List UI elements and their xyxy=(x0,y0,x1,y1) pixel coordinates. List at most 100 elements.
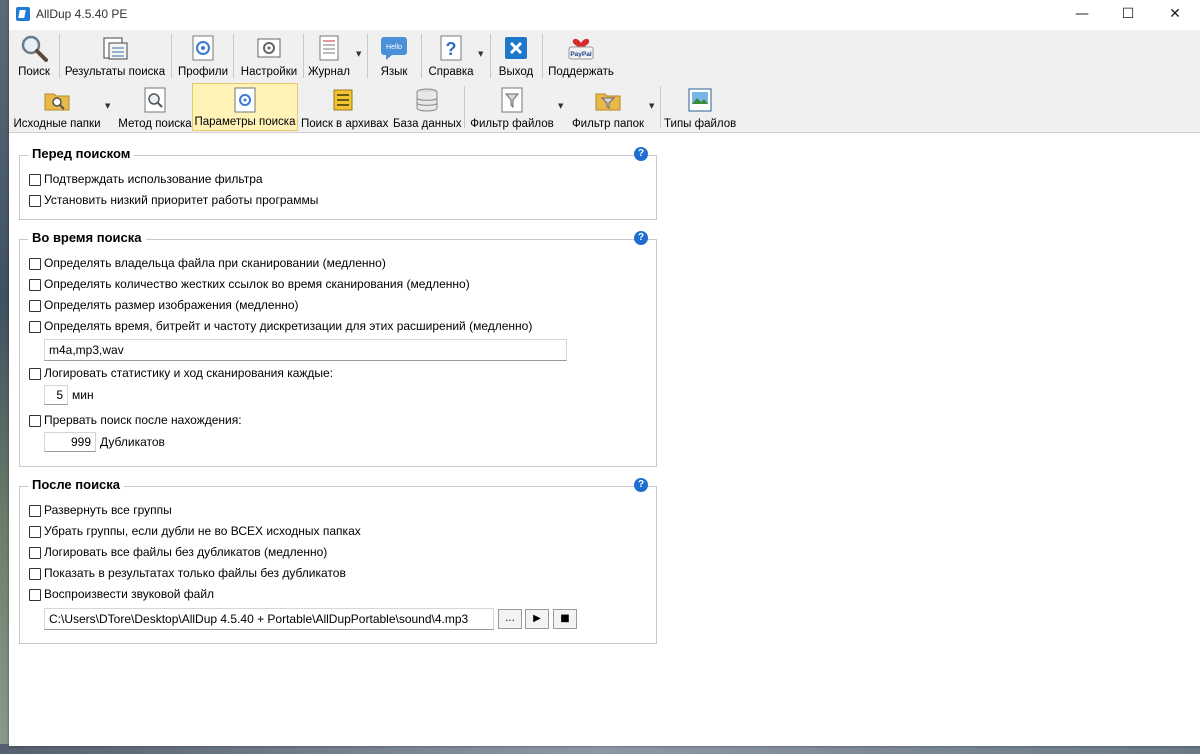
tab-database-label: База данных xyxy=(393,118,462,130)
main-toolbar: Поиск Результаты поиска Профили Настройк… xyxy=(9,30,1200,83)
before-search-group: Перед поиском ? Подтверждать использован… xyxy=(19,146,657,220)
toolbar-exit-label: Выход xyxy=(498,66,534,78)
toolbar-exit-button[interactable]: Выход xyxy=(494,32,538,80)
window-title: AllDup 4.5.40 PE xyxy=(36,7,128,21)
tab-search-method-label: Метод поиска xyxy=(118,118,192,130)
tab-search-method[interactable]: Метод поиска xyxy=(115,84,195,132)
file-filter-icon xyxy=(501,87,523,113)
tab-file-filter[interactable]: Фильтр файлов xyxy=(468,84,556,132)
source-folders-dropdown-arrow[interactable]: ▼ xyxy=(105,102,110,110)
close-button[interactable]: ✕ xyxy=(1152,0,1198,28)
search-options-icon xyxy=(234,87,256,113)
checkbox[interactable] xyxy=(29,368,41,380)
toolbar-separator xyxy=(233,34,234,78)
log-interval-field[interactable]: 5 xyxy=(44,385,68,405)
help-question-icon: ? xyxy=(440,35,462,61)
toolbar-donate-label: Поддержать xyxy=(548,66,614,78)
tab-file-types[interactable]: Типы файлов xyxy=(664,84,736,132)
hello-icon-text: Hello xyxy=(386,44,402,51)
toolbar-separator xyxy=(421,34,422,78)
file-filter-dropdown-arrow[interactable]: ▼ xyxy=(558,102,563,110)
profiles-icon xyxy=(192,35,214,61)
folder-filter-icon xyxy=(595,93,621,111)
tab-folder-filter[interactable]: Фильтр папок xyxy=(567,84,649,132)
help-dropdown-arrow[interactable]: ▼ xyxy=(478,50,483,58)
checkbox[interactable] xyxy=(29,589,41,601)
extensions-field[interactable]: m4a,mp3,wav xyxy=(44,339,567,361)
help-icon[interactable]: ? xyxy=(634,478,648,492)
checkbox[interactable] xyxy=(29,415,41,427)
tab-folder-filter-label: Фильтр папок xyxy=(571,118,645,130)
log-icon xyxy=(319,35,339,61)
toolbar-settings-label: Настройки xyxy=(240,66,298,78)
maximize-button[interactable]: ☐ xyxy=(1105,0,1151,28)
tab-source-folders-label: Исходные папки xyxy=(13,118,101,130)
hello-bubble-icon: Hello xyxy=(381,37,407,60)
help-icon[interactable]: ? xyxy=(634,231,648,245)
checkbox[interactable] xyxy=(29,505,41,517)
log-dropdown-arrow[interactable]: ▼ xyxy=(356,50,361,58)
checkbox[interactable] xyxy=(29,174,41,186)
minimize-button[interactable]: — xyxy=(1059,0,1105,28)
checkbox[interactable] xyxy=(29,547,41,559)
toolbar-profiles-label: Профили xyxy=(177,66,229,78)
checkbox[interactable] xyxy=(29,258,41,270)
tab-file-filter-label: Фильтр файлов xyxy=(470,118,554,130)
play-icon[interactable]: ▶ xyxy=(525,609,549,629)
toolbar-language-button[interactable]: Hello Язык xyxy=(371,32,417,80)
toolbar-separator xyxy=(171,34,172,78)
tab-archives-label: Поиск в архивах xyxy=(301,118,389,130)
toolbar-results-button[interactable]: Результаты поиска xyxy=(63,32,167,80)
tab-database[interactable]: База данных xyxy=(393,84,462,132)
checkbox[interactable] xyxy=(29,321,41,333)
help-icon[interactable]: ? xyxy=(634,147,648,161)
toolbar-separator xyxy=(59,34,60,78)
title-bar: AllDup 4.5.40 PE — ☐ ✕ xyxy=(9,0,1200,30)
checkbox[interactable] xyxy=(29,526,41,538)
toolbar-separator xyxy=(303,34,304,78)
toolbar-profiles-button[interactable]: Профили xyxy=(175,32,231,80)
stop-icon[interactable]: ■ xyxy=(553,609,577,629)
toolbar-separator xyxy=(464,86,465,128)
log-interval-unit: мин xyxy=(72,388,94,402)
database-icon xyxy=(416,88,438,112)
toolbar-log-button[interactable]: Журнал xyxy=(307,32,351,80)
toolbar-log-label: Журнал xyxy=(308,66,350,78)
during-search-title: Во время поиска xyxy=(28,230,146,245)
app-icon xyxy=(16,7,30,21)
sound-path-field[interactable]: C:\Users\DTore\Desktop\AllDup 4.5.40 + P… xyxy=(44,608,494,630)
before-search-title: Перед поиском xyxy=(28,146,135,161)
options-panel: Перед поиском ? Подтверждать использован… xyxy=(9,133,1200,746)
paypal-icon-text: PayPal xyxy=(570,51,592,58)
after-search-group: После поиска ? Развернуть все группы Убр… xyxy=(19,477,657,644)
toolbar-language-label: Язык xyxy=(380,66,408,78)
source-folders-icon xyxy=(44,93,70,111)
search-method-icon xyxy=(144,87,166,113)
tab-file-types-label: Типы файлов xyxy=(664,118,737,130)
desktop-background xyxy=(0,0,9,754)
toolbar-settings-button[interactable]: Настройки xyxy=(237,32,301,80)
toolbar-search-button[interactable]: Поиск xyxy=(13,32,55,80)
tab-search-options[interactable]: Параметры поиска xyxy=(192,83,298,131)
tab-archives[interactable]: Поиск в архивах xyxy=(301,84,389,132)
checkbox[interactable] xyxy=(29,300,41,312)
checkbox[interactable] xyxy=(29,195,41,207)
during-search-group: Во время поиска ? Определять владельца ф… xyxy=(19,230,657,467)
paypal-icon: PayPal xyxy=(568,38,594,60)
toolbar-separator xyxy=(367,34,368,78)
toolbar-donate-button[interactable]: PayPal Поддержать xyxy=(546,32,616,80)
toolbar-separator xyxy=(660,86,661,128)
checkbox[interactable] xyxy=(29,279,41,291)
svg-text:?: ? xyxy=(446,39,457,59)
stop-after-field[interactable]: 999 xyxy=(44,432,96,452)
folder-filter-dropdown-arrow[interactable]: ▼ xyxy=(649,102,654,110)
after-search-title: После поиска xyxy=(28,477,125,492)
archive-icon xyxy=(333,89,353,111)
results-icon xyxy=(103,37,128,60)
toolbar-search-label: Поиск xyxy=(18,66,50,78)
toolbar-help-button[interactable]: ? Справка xyxy=(425,32,477,80)
tab-source-folders[interactable]: Исходные папки xyxy=(11,84,103,132)
browse-button[interactable]: ... xyxy=(498,609,522,629)
checkbox[interactable] xyxy=(29,568,41,580)
tab-search-options-label: Параметры поиска xyxy=(194,116,296,128)
